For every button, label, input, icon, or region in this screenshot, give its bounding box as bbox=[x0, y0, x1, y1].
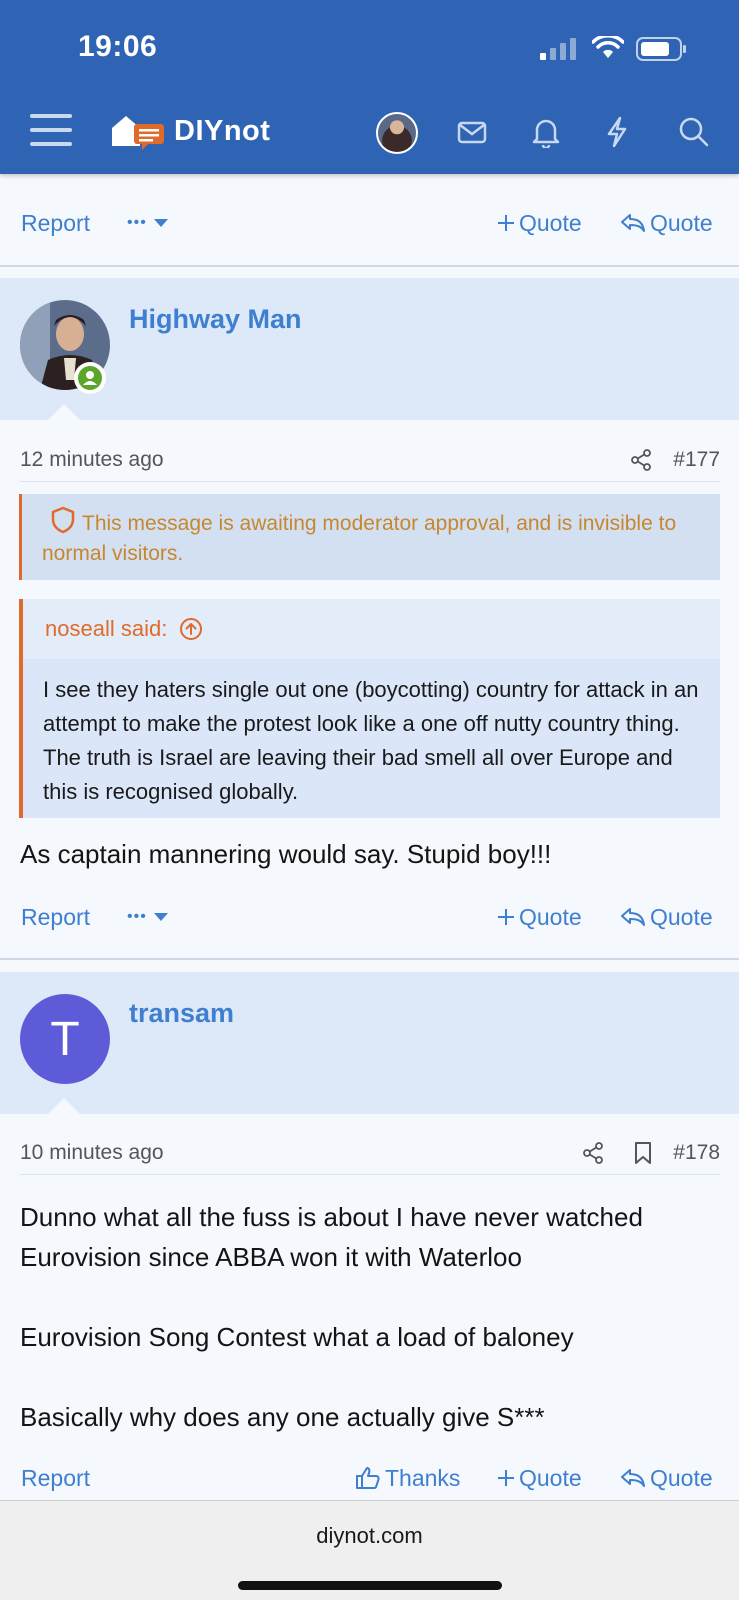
quote-text: I see they haters single out one (boycot… bbox=[23, 659, 720, 818]
multi-quote-label: Quote bbox=[519, 1464, 582, 1491]
reply-quote-label: Quote bbox=[650, 903, 713, 930]
share-icon[interactable] bbox=[581, 1141, 605, 1165]
meta-divider bbox=[20, 481, 720, 482]
inbox-icon[interactable] bbox=[456, 116, 488, 148]
reply-icon bbox=[621, 214, 645, 232]
thanks-label: Thanks bbox=[385, 1464, 461, 1491]
logo-house-icon bbox=[112, 116, 164, 150]
quote-block: noseall said: I see they haters single o… bbox=[19, 599, 720, 818]
multi-quote-label: Quote bbox=[519, 209, 582, 236]
username[interactable]: transam bbox=[129, 998, 234, 1029]
moderation-text: This message is awaiting moderator appro… bbox=[42, 512, 677, 565]
post-time[interactable]: 10 minutes ago bbox=[20, 1141, 164, 1165]
reply-quote-label: Quote bbox=[650, 209, 713, 236]
post-actions-177: Report ••• Quote Quote bbox=[0, 882, 739, 952]
logo-text: DIYnot bbox=[174, 114, 271, 147]
status-time: 19:06 bbox=[78, 30, 158, 63]
shield-icon bbox=[51, 506, 75, 534]
body-paragraph: Basically why does any one actually give… bbox=[20, 1402, 545, 1432]
avatar-letter: T bbox=[50, 1012, 80, 1066]
post-header-178: T transam bbox=[0, 972, 739, 1114]
thumbs-up-icon bbox=[356, 1467, 380, 1489]
user-online-icon bbox=[78, 366, 102, 390]
multi-quote-button[interactable]: Quote bbox=[497, 904, 582, 931]
reply-quote-button[interactable]: Quote bbox=[620, 1465, 713, 1492]
lightning-icon[interactable] bbox=[604, 116, 630, 148]
reply-quote-button[interactable]: Quote bbox=[620, 904, 713, 931]
moderation-notice: This message is awaiting moderator appro… bbox=[19, 494, 720, 580]
post-meta-right: #178 bbox=[581, 1141, 720, 1165]
wifi-icon bbox=[592, 36, 624, 58]
more-menu-button[interactable]: ••• bbox=[127, 214, 173, 232]
report-link[interactable]: Report bbox=[21, 904, 90, 931]
post-meta-right: #177 bbox=[629, 448, 720, 472]
app-header: 19:06 DIYnot bbox=[0, 0, 739, 174]
post-meta-177: 12 minutes ago #177 bbox=[20, 440, 720, 480]
post-body-178: Dunno what all the fuss is about I have … bbox=[20, 1197, 720, 1437]
battery-icon bbox=[636, 37, 686, 61]
bookmark-icon[interactable] bbox=[633, 1141, 653, 1165]
username[interactable]: Highway Man bbox=[129, 304, 302, 335]
post-divider bbox=[0, 265, 739, 267]
chevron-down-icon bbox=[153, 219, 168, 227]
share-icon[interactable] bbox=[629, 448, 653, 472]
meta-divider bbox=[20, 1174, 720, 1175]
user-avatar[interactable] bbox=[376, 112, 418, 154]
body-paragraph: Eurovision Song Contest what a load of b… bbox=[20, 1322, 574, 1352]
chevron-down-icon bbox=[153, 913, 168, 921]
reply-quote-button[interactable]: Quote bbox=[620, 210, 713, 237]
url-bar[interactable]: diynot.com bbox=[0, 1523, 739, 1549]
plus-icon bbox=[498, 215, 514, 231]
reply-icon bbox=[621, 908, 645, 926]
header-notch bbox=[48, 1098, 80, 1114]
home-indicator[interactable] bbox=[238, 1581, 502, 1590]
header-notch bbox=[48, 404, 80, 420]
post-number[interactable]: #178 bbox=[673, 1141, 720, 1165]
menu-icon[interactable] bbox=[30, 112, 72, 148]
multi-quote-label: Quote bbox=[519, 903, 582, 930]
signal-icon bbox=[540, 38, 576, 60]
multi-quote-button[interactable]: Quote bbox=[497, 210, 582, 237]
thanks-button[interactable]: Thanks bbox=[355, 1465, 460, 1492]
online-badge bbox=[74, 362, 106, 394]
more-dots: ••• bbox=[127, 214, 147, 231]
post-body-177: As captain mannering would say. Stupid b… bbox=[20, 839, 552, 869]
multi-quote-button[interactable]: Quote bbox=[497, 1465, 582, 1492]
body-paragraph: Dunno what all the fuss is about I have … bbox=[20, 1202, 643, 1272]
search-icon[interactable] bbox=[678, 116, 710, 148]
browser-bottom-bar: diynot.com bbox=[0, 1500, 739, 1600]
arrow-up-circle-icon[interactable] bbox=[179, 617, 203, 641]
diynot-logo[interactable]: DIYnot bbox=[110, 112, 270, 150]
post-header-177: Highway Man bbox=[0, 278, 739, 420]
post-meta-178: 10 minutes ago #178 bbox=[20, 1133, 720, 1173]
quote-author[interactable]: noseall said: bbox=[45, 616, 167, 642]
report-link[interactable]: Report bbox=[21, 210, 90, 237]
bell-icon[interactable] bbox=[531, 116, 561, 148]
plus-icon bbox=[498, 1470, 514, 1486]
post-number[interactable]: #177 bbox=[673, 448, 720, 472]
post-time[interactable]: 12 minutes ago bbox=[20, 448, 164, 472]
more-dots: ••• bbox=[127, 908, 147, 925]
reply-icon bbox=[621, 1469, 645, 1487]
quote-header[interactable]: noseall said: bbox=[23, 599, 720, 659]
reply-quote-label: Quote bbox=[650, 1464, 713, 1491]
post-divider bbox=[0, 958, 739, 960]
post-actions-176: Report ••• Quote Quote bbox=[0, 188, 739, 258]
report-link[interactable]: Report bbox=[21, 1465, 90, 1492]
avatar-transam[interactable]: T bbox=[20, 994, 110, 1084]
plus-icon bbox=[498, 909, 514, 925]
more-menu-button[interactable]: ••• bbox=[127, 908, 173, 926]
